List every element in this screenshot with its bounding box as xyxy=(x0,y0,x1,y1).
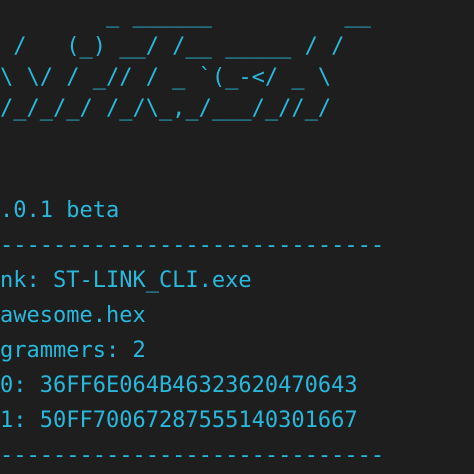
banner-line-4: /_/_/_/ /_/\_,_/___/_//_/ xyxy=(0,96,345,121)
stlink-path-line: nk: ST-LINK_CLI.exe xyxy=(0,268,252,293)
programmer-0-line: 0: 36FF6E064B46323620470643 xyxy=(0,373,358,398)
banner-line-2: / (_) __/ /__ _____ / / xyxy=(0,34,371,59)
banner-line-3: \ \/ / _// / _ `(_-</ _ \ xyxy=(0,65,345,90)
divider-top: ----------------------------- xyxy=(0,233,385,258)
divider-bottom: ----------------------------- xyxy=(0,443,385,468)
terminal-output: .0.1 beta ----------------------------- nk… xyxy=(0,193,384,473)
banner-line-1: _ ______ __ xyxy=(0,3,398,28)
terminal-window[interactable]: _ ______ __ / (_) __/ /__ _____ / / \ \/… xyxy=(0,0,474,474)
version-line: .0.1 beta xyxy=(0,198,120,223)
programmer-1-line: 1: 50FF70067287555140301667 xyxy=(0,408,358,433)
hex-file-line: awesome.hex xyxy=(0,303,146,328)
programmer-count-line: grammers: 2 xyxy=(0,338,146,363)
ascii-art-banner: _ ______ __ / (_) __/ /__ _____ / / \ \/… xyxy=(0,0,397,124)
